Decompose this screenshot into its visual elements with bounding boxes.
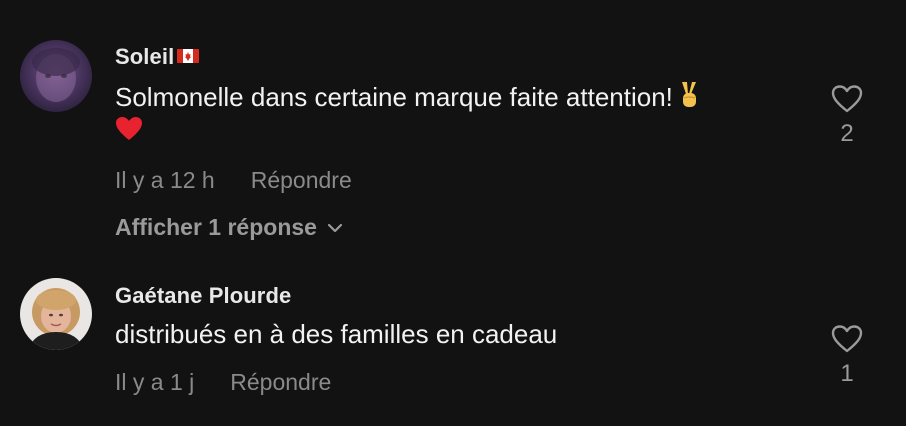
comment-text: Solmonelle dans certaine marque faite at…	[115, 80, 701, 118]
comment-text-line2	[115, 114, 143, 150]
timestamp: Il y a 12 h	[115, 167, 215, 193]
comment-text: distribués en à des familles en cadeau	[115, 317, 557, 351]
like-count: 2	[840, 120, 854, 147]
like-button[interactable]: 1	[828, 324, 866, 388]
timestamp: Il y a 1 j	[115, 369, 195, 395]
view-replies-button[interactable]: Afficher 1 réponse	[115, 214, 343, 241]
username[interactable]: Gaétane Plourde	[115, 283, 291, 309]
comment-list: Soleil Solmonelle dans certaine marque f…	[0, 0, 906, 426]
comment-text-line: Solmonelle dans certaine marque faite at…	[115, 82, 673, 112]
avatar[interactable]	[20, 40, 92, 112]
avatar[interactable]	[20, 278, 92, 350]
victory-hand-icon	[677, 80, 701, 118]
username-text: Gaétane Plourde	[115, 283, 292, 308]
red-heart-icon	[115, 116, 143, 150]
reply-button[interactable]: Répondre	[230, 369, 331, 395]
comment-text-line: distribués en à des familles en cadeau	[115, 319, 558, 349]
reply-button[interactable]: Répondre	[251, 167, 352, 193]
canada-flag-icon	[177, 43, 200, 69]
like-button[interactable]: 2	[828, 84, 866, 148]
username-text: Soleil	[115, 44, 175, 69]
like-heart-icon	[831, 325, 863, 353]
like-count: 1	[840, 360, 854, 387]
like-heart-icon	[831, 85, 863, 113]
comment-meta: Il y a 1 j Répondre	[115, 369, 331, 396]
comment-meta: Il y a 12 h Répondre	[115, 167, 352, 194]
username[interactable]: Soleil	[115, 43, 200, 71]
view-replies-label: Afficher 1 réponse	[115, 214, 317, 240]
chevron-down-icon	[327, 223, 343, 233]
